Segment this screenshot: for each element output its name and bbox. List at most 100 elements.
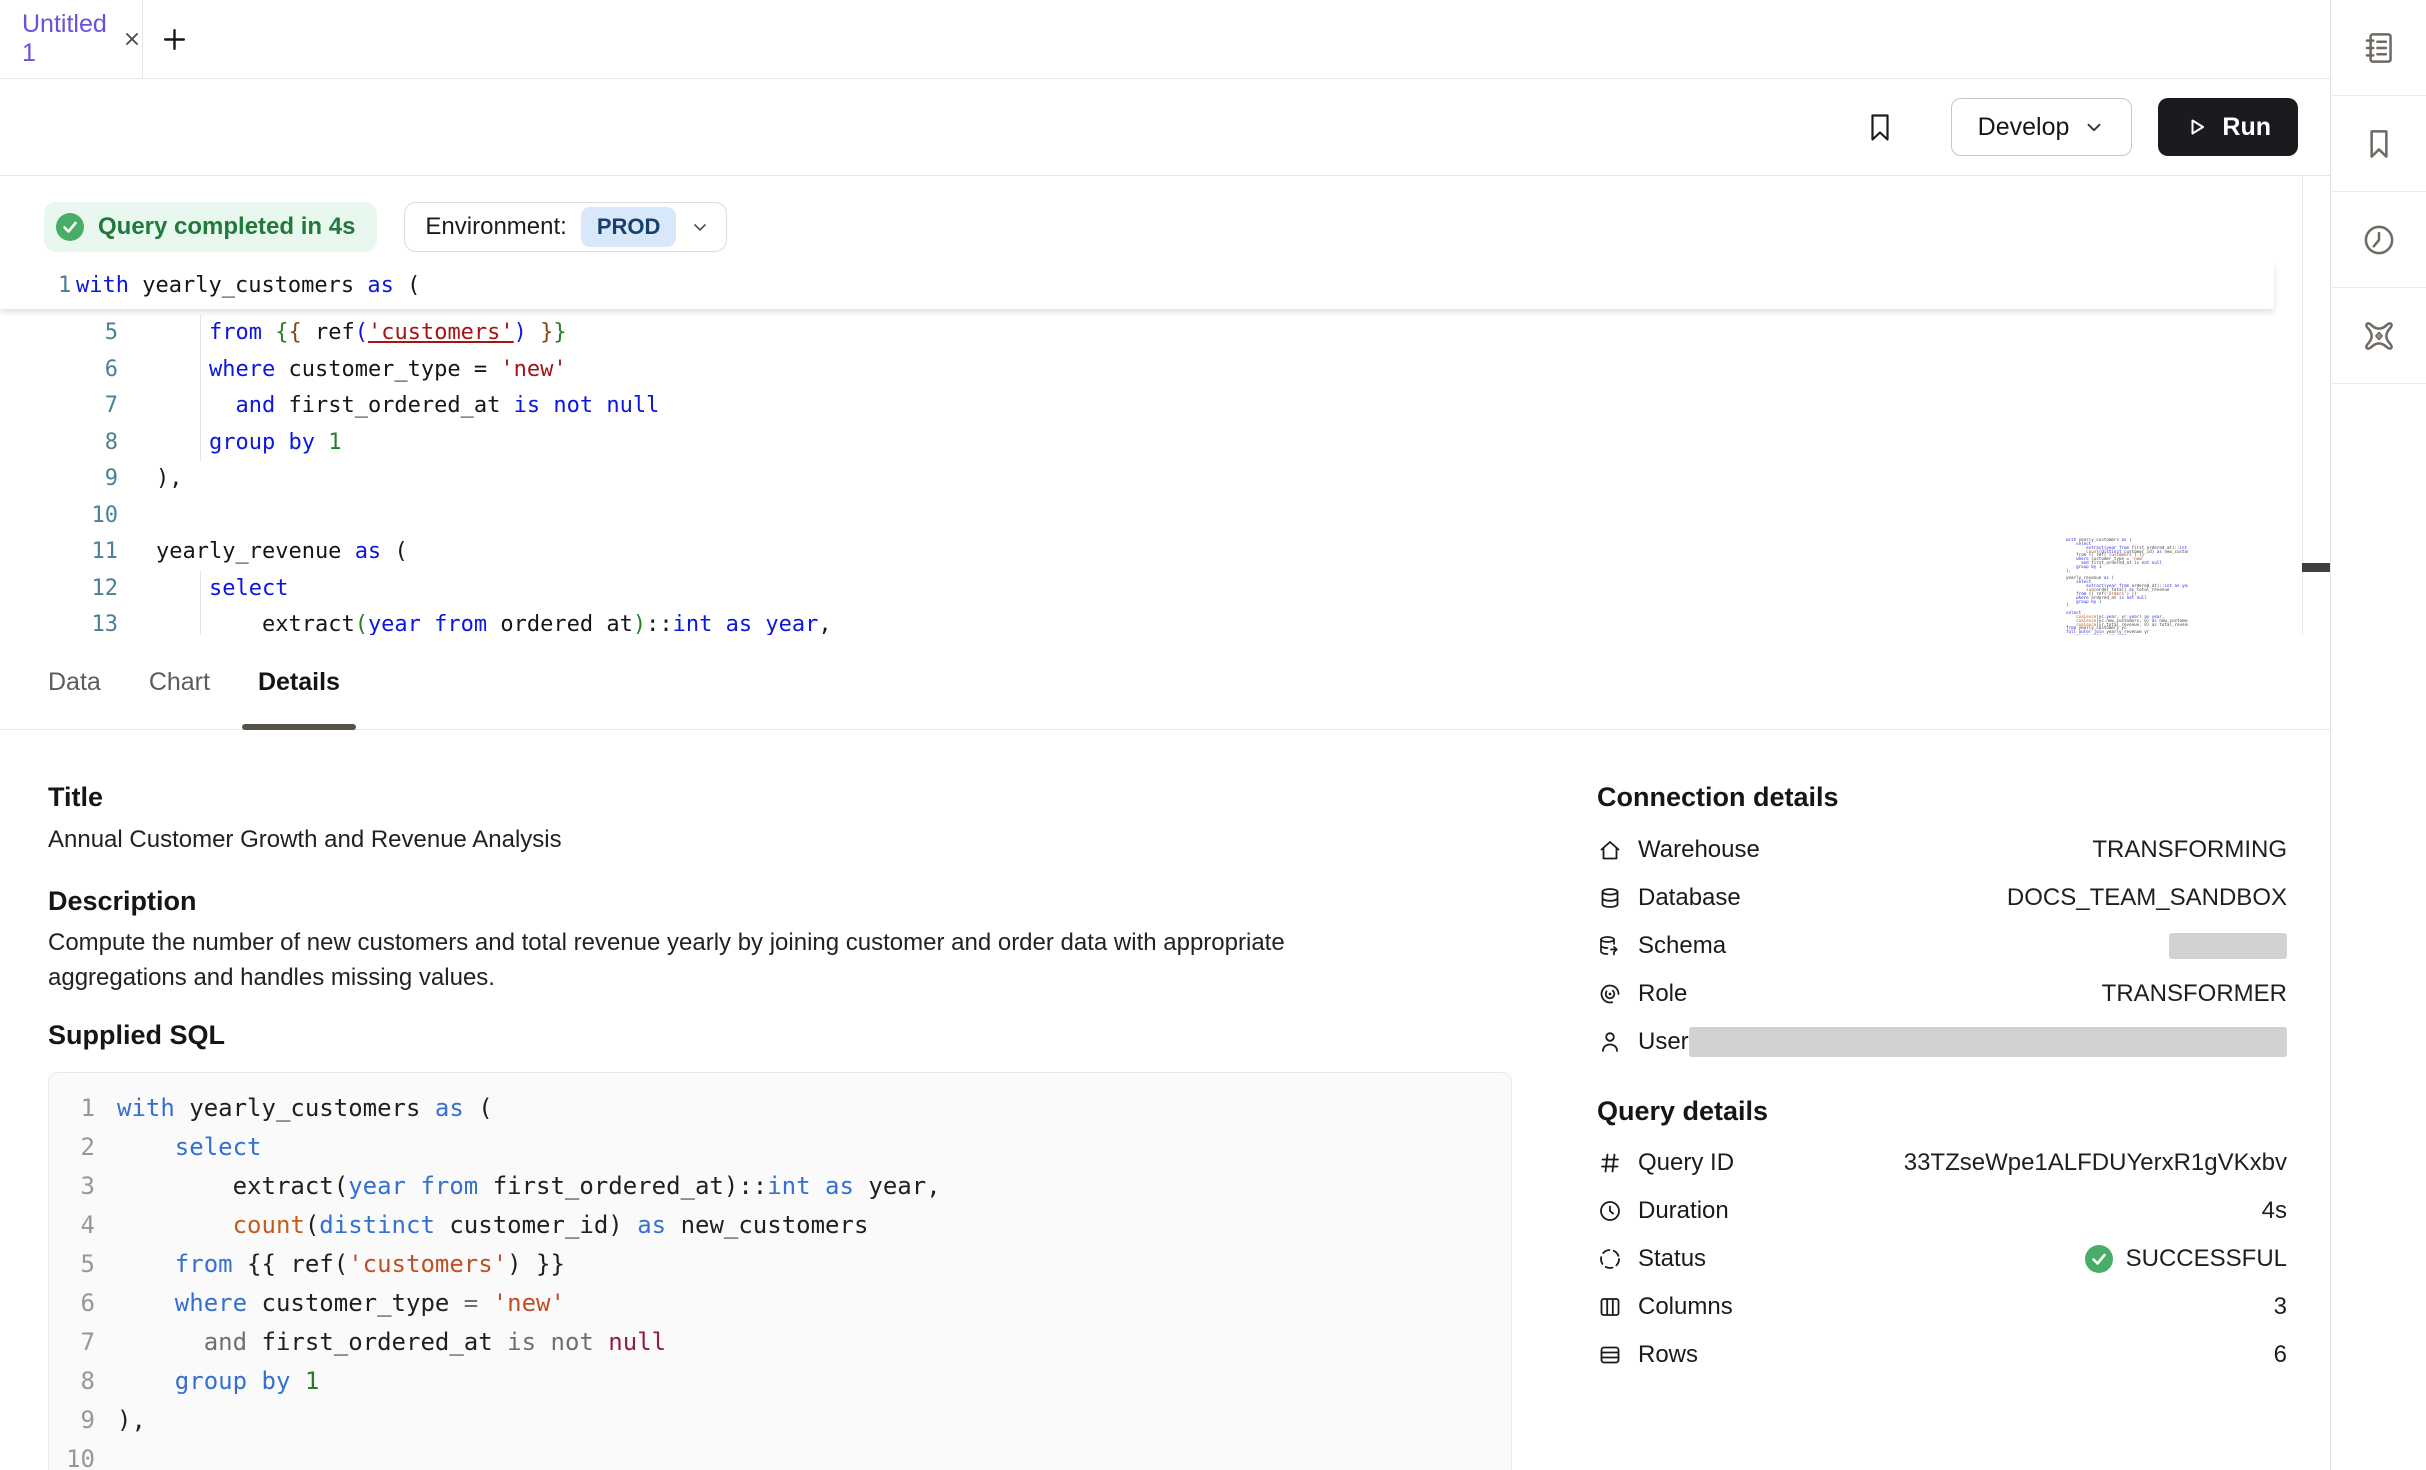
role-icon xyxy=(1597,981,1623,1007)
run-label: Run xyxy=(2222,113,2271,142)
description-heading: Description xyxy=(48,884,1512,918)
code-line-4: 4 count(distinct customer_id) as new_cus… xyxy=(61,1206,1511,1245)
bookmark-icon xyxy=(2358,123,2400,165)
history-panel-button[interactable] xyxy=(2331,192,2426,288)
detail-row-user: User xyxy=(1597,1018,2287,1066)
environment-select[interactable]: Environment: PROD xyxy=(404,202,727,252)
detail-label: Status xyxy=(1638,1245,1706,1273)
title-heading: Title xyxy=(48,780,1512,814)
tab-untitled-1[interactable]: Untitled 1 xyxy=(0,0,143,78)
query-details-heading: Query details xyxy=(1597,1094,2287,1128)
query-status-pill: Query completed in 4s xyxy=(44,202,377,252)
rows-icon xyxy=(1597,1342,1623,1368)
compass-star-icon xyxy=(2358,315,2400,357)
schema-icon xyxy=(1597,933,1623,959)
check-circle-icon xyxy=(2084,1244,2114,1274)
redacted-value xyxy=(1689,1027,2287,1057)
code-line-5[interactable]: 5 from {{ ref('customers') }} xyxy=(0,315,2302,352)
supplied-sql-heading: Supplied SQL xyxy=(48,1018,1512,1052)
develop-label: Develop xyxy=(1978,113,2070,142)
detail-label: User xyxy=(1638,1028,1689,1056)
code-line-1[interactable]: 1with yearly_customers as ( xyxy=(0,262,2274,309)
detail-row-database: Database DOCS_TEAM_SANDBOX xyxy=(1597,874,2287,922)
detail-row-role: Role TRANSFORMER xyxy=(1597,970,2287,1018)
detail-value: SUCCESSFUL xyxy=(2084,1244,2287,1274)
detail-row-status: Status SUCCESSFUL xyxy=(1597,1235,2287,1283)
detail-value: TRANSFORMER xyxy=(2102,980,2287,1008)
columns-icon xyxy=(1597,1294,1623,1320)
bookmarks-panel-button[interactable] xyxy=(2331,96,2426,192)
clock-icon xyxy=(1597,1198,1623,1224)
detail-row-rows: Rows 6 xyxy=(1597,1331,2287,1379)
code-line-1: 1with yearly_customers as ( xyxy=(61,1089,1511,1128)
warehouse-icon xyxy=(1597,837,1623,863)
code-line-11[interactable]: 11yearly_revenue as ( xyxy=(0,534,2302,571)
title-value: Annual Customer Growth and Revenue Analy… xyxy=(48,825,1512,855)
detail-label: Duration xyxy=(1638,1197,1729,1225)
code-line-10: 10 xyxy=(61,1440,1511,1470)
code-line-6: 6 where customer_type = 'new' xyxy=(61,1284,1511,1323)
code-line-10[interactable]: 10 xyxy=(0,498,2302,535)
detail-value: 3 xyxy=(2274,1293,2287,1321)
code-line-2: 2 select xyxy=(61,1128,1511,1167)
details-panel: Title Annual Customer Growth and Revenue… xyxy=(0,730,2330,1470)
tab-chart[interactable]: Chart xyxy=(133,635,226,729)
code-line-3: 3 extract(year from first_ordered_at)::i… xyxy=(61,1167,1511,1206)
toolbar: Query completed in 4s Environment: PROD xyxy=(0,176,2330,262)
detail-label: Role xyxy=(1638,980,1687,1008)
bookmark-button[interactable] xyxy=(1863,110,1897,144)
connection-details-rows: Warehouse TRANSFORMING Database DOCS_TEAM_S… xyxy=(1597,826,2287,1066)
explorer-panel-button[interactable] xyxy=(2331,288,2426,384)
hash-icon xyxy=(1597,1150,1623,1176)
detail-value: 4s xyxy=(2262,1197,2287,1225)
tab-close-icon[interactable] xyxy=(122,29,142,49)
environment-label: Environment: xyxy=(425,213,566,241)
detail-row-duration: Duration 4s xyxy=(1597,1187,2287,1235)
scrollbar-thumb[interactable] xyxy=(2302,563,2330,572)
detail-label: Warehouse xyxy=(1638,836,1760,864)
detail-row-columns: Columns3 xyxy=(1597,1283,2287,1331)
query-status-text: Query completed in 4s xyxy=(98,213,355,241)
detail-label: Rows xyxy=(1638,1341,1698,1369)
code-line-13[interactable]: 13 extract(year from ordered_at)::int as… xyxy=(0,607,2302,635)
code-line-6[interactable]: 6 where customer_type = 'new' xyxy=(0,352,2302,389)
tab-title: Untitled 1 xyxy=(22,10,110,68)
code-line-9[interactable]: 9), xyxy=(0,461,2302,498)
editor-minimap[interactable]: with yearly_customers as ( select extrac… xyxy=(2066,538,2188,635)
chevron-down-icon xyxy=(690,217,710,237)
bookmark-icon xyxy=(1863,110,1897,144)
main-area: Untitled 1 Develop Run xyxy=(0,0,2330,1470)
details-right-column: Connection details Warehouse TRANSFORMING… xyxy=(1597,730,2287,1379)
play-icon xyxy=(2185,115,2209,139)
result-tabs: Data Chart Details xyxy=(0,635,2330,730)
run-button[interactable]: Run xyxy=(2158,98,2298,156)
code-line-7[interactable]: 7 and first_ordered_at is not null xyxy=(0,388,2302,425)
detail-value: TRANSFORMING xyxy=(2092,836,2287,864)
code-line-12[interactable]: 12 select xyxy=(0,571,2302,608)
develop-dropdown[interactable]: Develop xyxy=(1951,98,2133,156)
code-line-5: 5 from {{ ref('customers') }} xyxy=(61,1245,1511,1284)
plus-icon xyxy=(161,26,188,53)
detail-value: DOCS_TEAM_SANDBOX xyxy=(2007,884,2287,912)
user-icon xyxy=(1597,1029,1623,1055)
detail-label: Query ID xyxy=(1638,1149,1734,1177)
detail-row-query-id: Query ID33TZseWpe1ALFDUYerxR1gVKxbv xyxy=(1597,1139,2287,1187)
code-line-9: 9), xyxy=(61,1401,1511,1440)
detail-label: Database xyxy=(1638,884,1741,912)
new-tab-button[interactable] xyxy=(143,0,205,78)
right-sidebar xyxy=(2330,0,2426,1470)
clock-icon xyxy=(2358,219,2400,261)
code-editor[interactable]: 5 from {{ ref('customers') }}6 where cus… xyxy=(0,262,2302,635)
tab-details[interactable]: Details xyxy=(242,635,356,729)
code-line-8[interactable]: 8 group by 1 xyxy=(0,425,2302,462)
details-left-column: Title Annual Customer Growth and Revenue… xyxy=(48,730,1512,1470)
notebook-panel-button[interactable] xyxy=(2331,0,2426,96)
detail-value: 6 xyxy=(2274,1341,2287,1369)
connection-details-heading: Connection details xyxy=(1597,780,2287,814)
tab-data[interactable]: Data xyxy=(32,635,117,729)
code-line-8: 8 group by 1 xyxy=(61,1362,1511,1401)
detail-label: Schema xyxy=(1638,932,1726,960)
description-value: Compute the number of new customers and … xyxy=(48,925,1418,995)
redacted-value xyxy=(2169,933,2287,959)
detail-row-schema: Schema xyxy=(1597,922,2287,970)
